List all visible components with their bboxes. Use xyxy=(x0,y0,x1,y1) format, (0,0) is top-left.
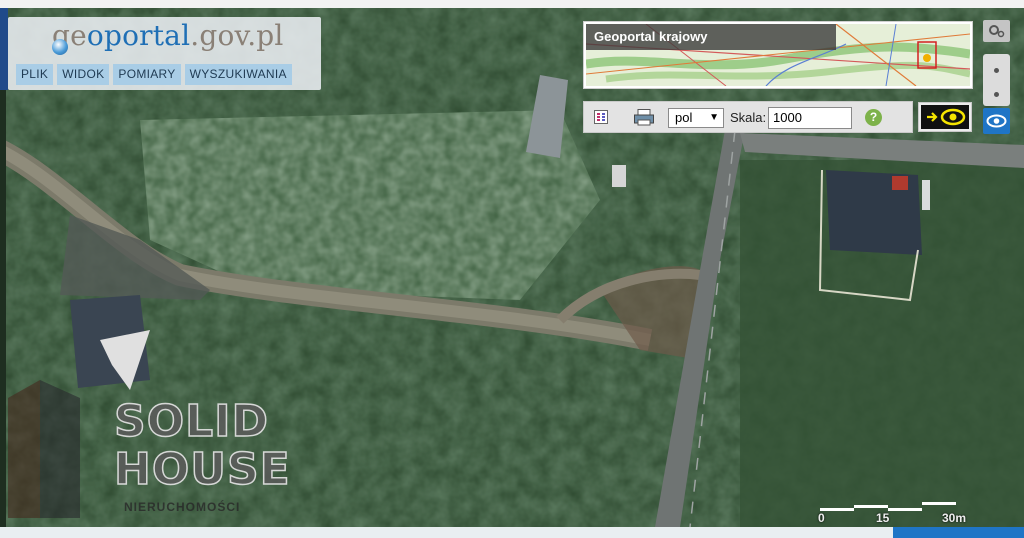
main-menu: PLIK WIDOK POMIARY WYSZUKIWANIA xyxy=(16,64,292,85)
status-bar-accent xyxy=(893,527,1024,538)
language-select[interactable]: pol ▼ xyxy=(668,108,724,128)
visibility-toggle-inner xyxy=(921,105,969,129)
watermark-line2: HOUSE xyxy=(113,443,291,496)
help-icon[interactable]: ? xyxy=(865,109,882,126)
header-panel: geoportal.gov.pl PLIK WIDOK POMIARY WYSZ… xyxy=(8,17,321,90)
menu-item-wyszukiwania[interactable]: WYSZUKIWANIA xyxy=(184,64,292,85)
print-icon[interactable] xyxy=(634,109,654,126)
logo-text-part3: .gov.pl xyxy=(190,19,284,52)
settings-gear-icon[interactable] xyxy=(983,20,1010,42)
scale-tick-15: 15 xyxy=(876,511,890,525)
visibility-toggle[interactable] xyxy=(918,102,972,132)
scale-tick-0: 0 xyxy=(818,511,825,525)
zoom-control[interactable] xyxy=(983,54,1010,106)
menu-item-plik[interactable]: PLIK xyxy=(16,64,54,85)
zoom-in-icon[interactable] xyxy=(994,68,999,73)
overview-title: Geoportal krajowy xyxy=(586,24,836,50)
scale-label: Skala: xyxy=(730,110,767,125)
map-toolbar: pol ▼ Skala: 1000 ? xyxy=(583,101,913,133)
logo-globe-icon xyxy=(52,39,68,55)
language-value: pol xyxy=(675,110,693,125)
arrow-eye-icon xyxy=(927,108,966,126)
scale-input[interactable]: 1000 xyxy=(768,107,852,129)
watermark-line1: SOLID xyxy=(113,395,270,448)
menu-item-widok[interactable]: WIDOK xyxy=(57,64,110,85)
zoom-out-icon[interactable] xyxy=(994,92,999,97)
watermark-building-icon xyxy=(8,380,80,518)
solid-house-watermark: SOLID HOUSE NIERUCHOMOŚCI xyxy=(0,378,290,528)
status-bar xyxy=(0,527,1024,538)
logo-text-part2: oportal xyxy=(86,19,191,52)
scale-bar: 0 15 30m xyxy=(818,500,978,526)
scale-tick-30m: 30m xyxy=(942,511,967,525)
layer-visibility-eye-icon[interactable] xyxy=(983,108,1010,134)
layers-list-icon[interactable] xyxy=(594,110,608,124)
overview-map-panel[interactable]: Geoportal krajowy xyxy=(583,21,973,89)
top-border xyxy=(0,0,1024,8)
watermark-line3: NIERUCHOMOŚCI xyxy=(124,500,241,514)
chevron-down-icon: ▼ xyxy=(709,112,719,123)
geoportal-logo[interactable]: geoportal.gov.pl xyxy=(52,19,284,52)
menu-item-pomiary[interactable]: POMIARY xyxy=(113,64,181,85)
